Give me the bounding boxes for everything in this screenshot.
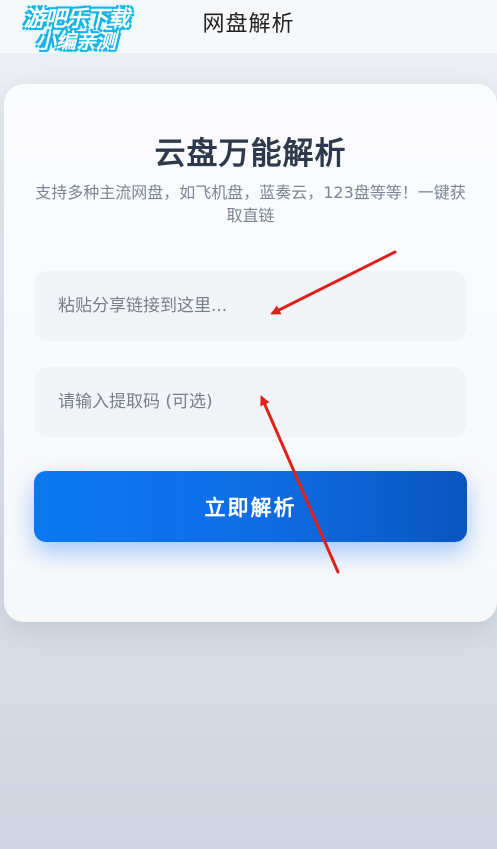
watermark-logo: 游吧乐下载 小编亲测: [6, 8, 146, 52]
card-subtitle: 支持多种主流网盘，如飞机盘，蓝奏云，123盘等等！一键获取直链: [35, 183, 466, 225]
watermark-line-1: 游吧乐下载: [23, 7, 129, 32]
parser-card: 云盘万能解析 支持多种主流网盘，如飞机盘，蓝奏云，123盘等等！一键获取直链 立…: [4, 84, 497, 622]
watermark-line-2: 小编亲测: [36, 29, 116, 54]
card-title: 云盘万能解析: [154, 136, 347, 172]
share-link-input[interactable]: [34, 271, 467, 341]
parse-now-button[interactable]: 立即解析: [34, 471, 467, 542]
extract-code-input[interactable]: [34, 367, 467, 437]
